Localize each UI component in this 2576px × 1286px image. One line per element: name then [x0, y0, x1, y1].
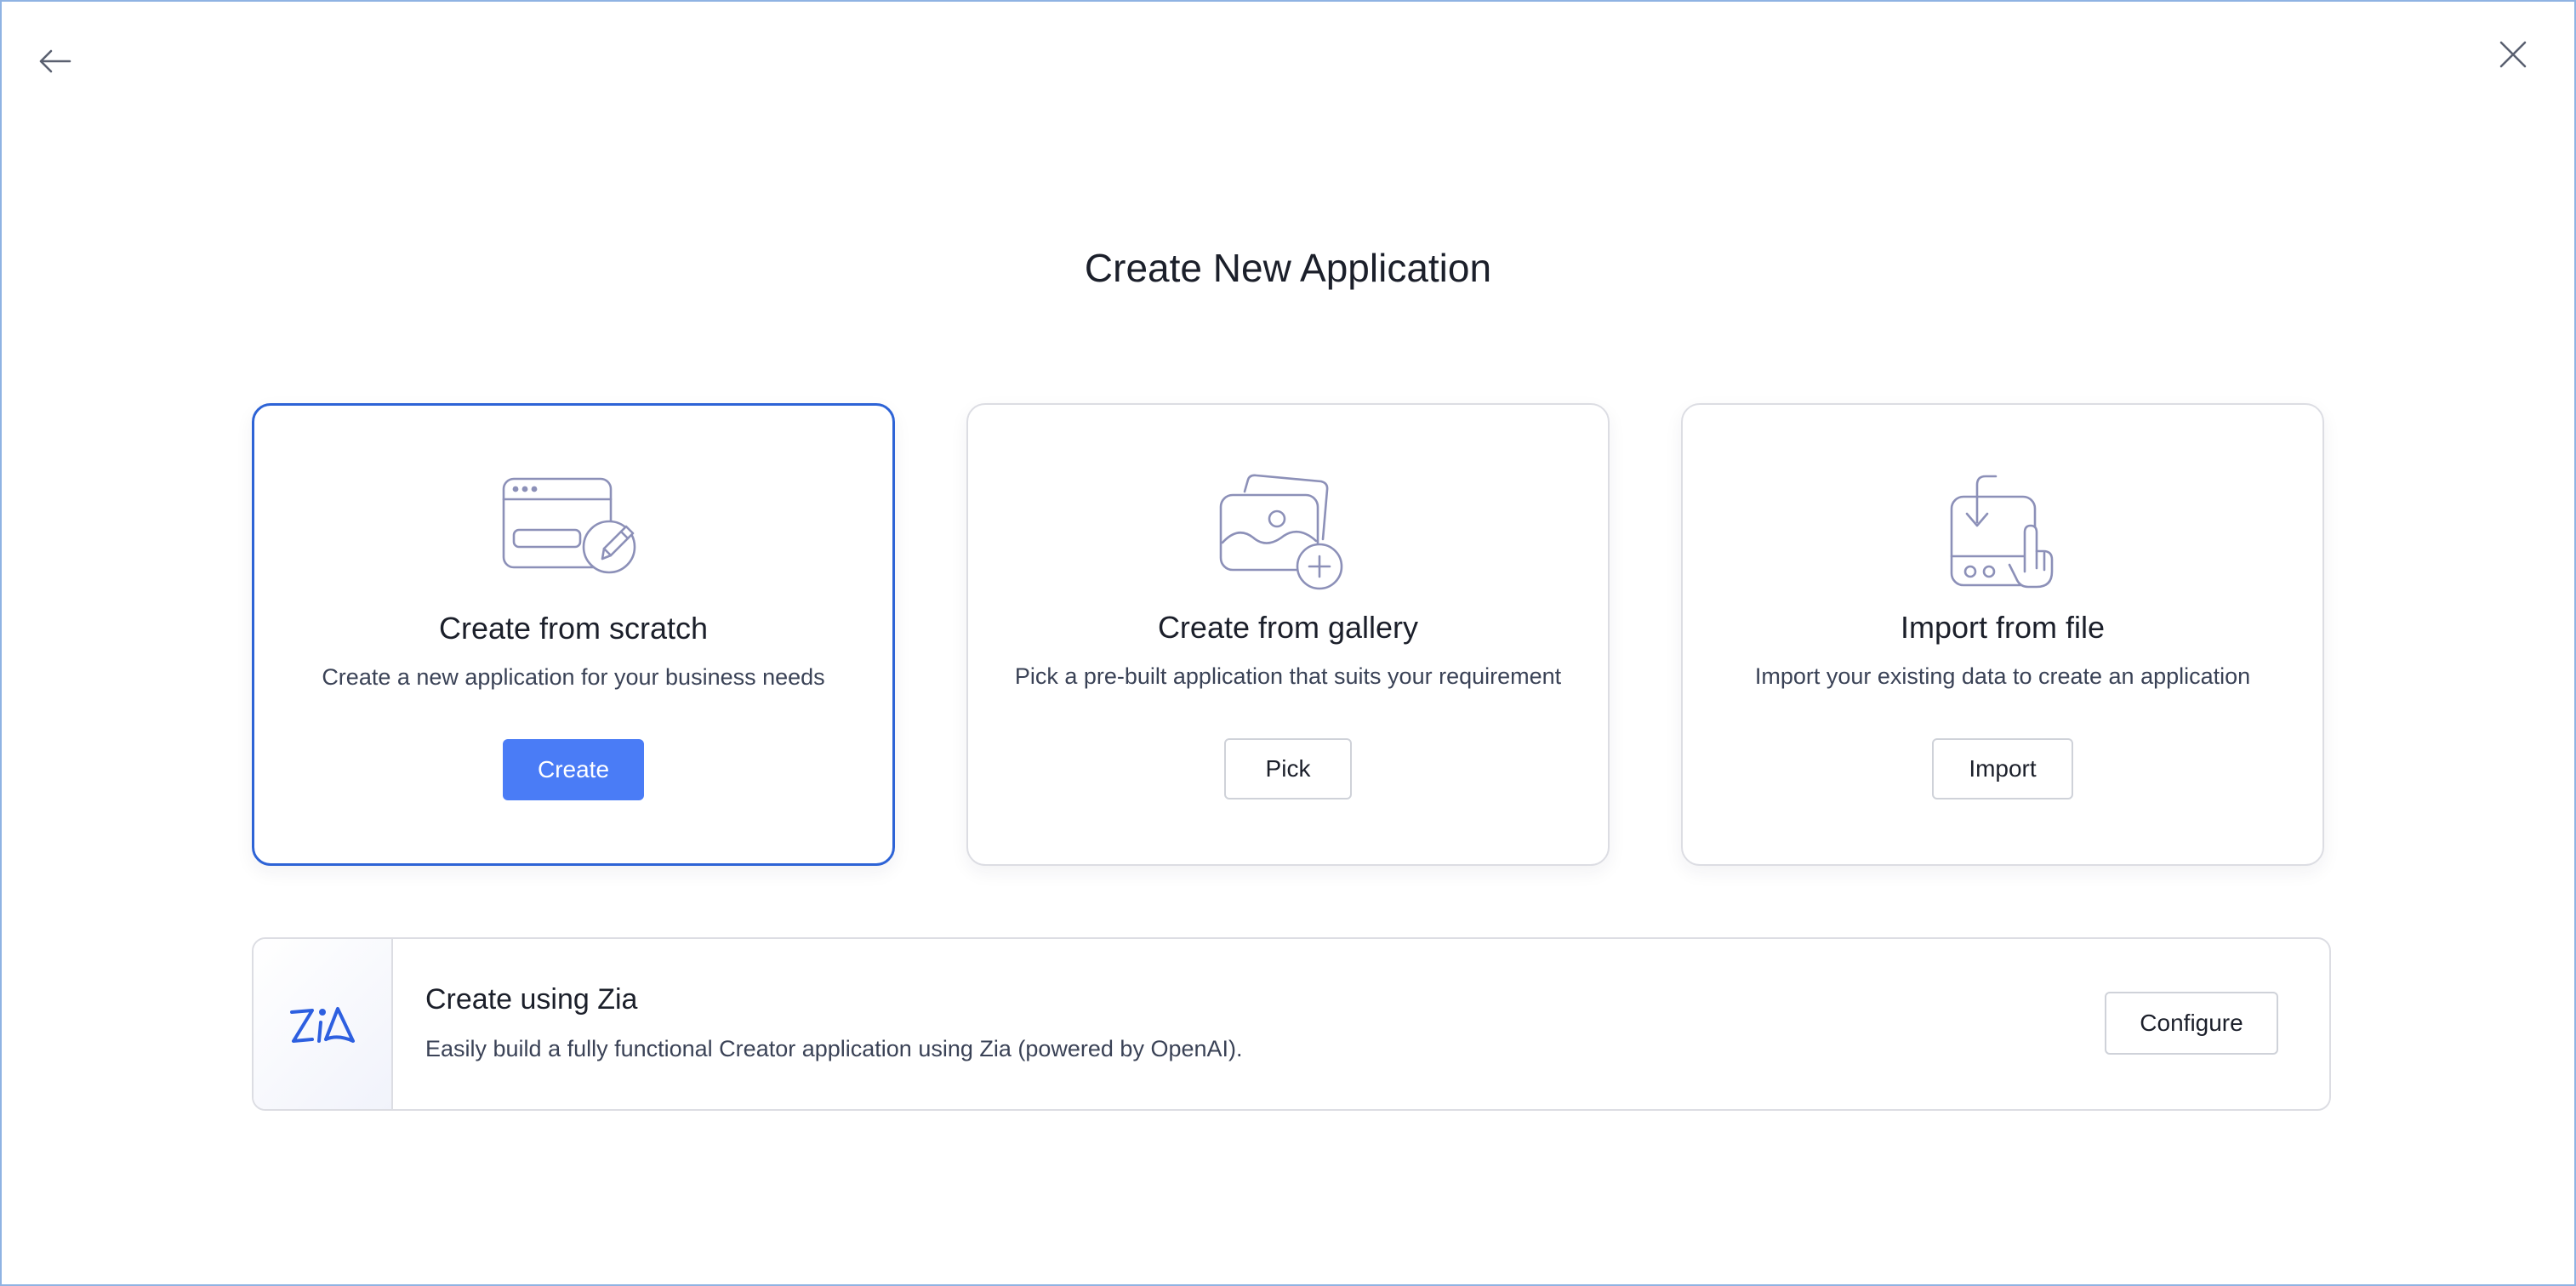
browser-window-pencil-icon [502, 477, 636, 574]
card-illustration [254, 474, 892, 589]
card-import-from-file[interactable]: Import from file Import your existing da… [1681, 403, 2324, 866]
dialog-frame: Create New Application Create from scrat… [0, 0, 2576, 1286]
zia-logo-panel [254, 939, 393, 1109]
card-description: Create a new application for your busine… [322, 664, 825, 690]
zia-title: Create using Zia [425, 983, 638, 1016]
card-title: Create from gallery [1157, 610, 1419, 645]
back-button[interactable] [32, 39, 77, 83]
create-button[interactable]: Create [503, 739, 644, 800]
zia-description: Easily build a fully functional Creator … [425, 1036, 1243, 1061]
page-title: Create New Application [1084, 245, 1492, 290]
card-create-from-gallery[interactable]: Create from gallery Pick a pre-built app… [966, 403, 1610, 866]
import-button[interactable]: Import [1932, 738, 2073, 799]
pick-button[interactable]: Pick [1224, 738, 1352, 799]
card-create-from-scratch[interactable]: Create from scratch Create a new applica… [252, 403, 895, 866]
card-title: Create from scratch [438, 611, 709, 646]
file-import-hand-icon [1950, 475, 2054, 589]
configure-button[interactable]: Configure [2105, 992, 2278, 1055]
close-icon [2499, 41, 2527, 68]
zia-panel: Create using Zia Easily build a fully fu… [252, 937, 2331, 1111]
close-button[interactable] [2491, 32, 2535, 77]
card-illustration [968, 473, 1608, 590]
image-gallery-plus-icon [1219, 474, 1343, 590]
zia-logo-icon [290, 1007, 355, 1043]
arrow-left-icon [39, 49, 71, 73]
card-description: Import your existing data to create an a… [1754, 663, 2251, 689]
card-title: Import from file [1900, 610, 2106, 645]
card-illustration [1683, 473, 2322, 589]
card-description: Pick a pre-built application that suits … [1014, 663, 1562, 689]
